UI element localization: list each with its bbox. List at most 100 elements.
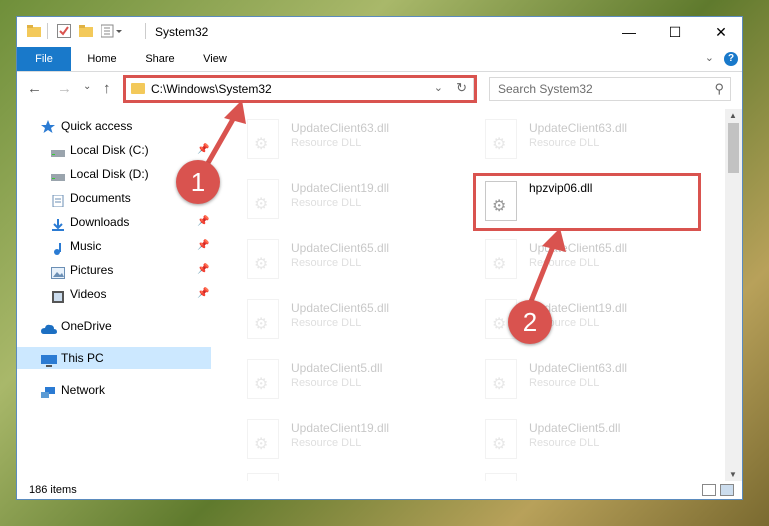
sidebar-item-label: Music: [70, 239, 102, 253]
sidebar-item-onedrive[interactable]: OneDrive: [17, 315, 211, 337]
documents-icon: [51, 192, 64, 208]
dll-file-icon: ⚙: [485, 473, 517, 481]
file-item[interactable]: ⚙ UpdateClient63.dll Resource DLL: [481, 355, 707, 411]
tab-file[interactable]: File: [17, 47, 71, 71]
recent-locations-button[interactable]: ⌄: [83, 81, 91, 92]
file-type: Resource DLL: [291, 257, 362, 269]
network-icon: [41, 384, 55, 398]
sidebar-item-this-pc[interactable]: This PC: [17, 347, 211, 369]
gear-icon: ⚙: [492, 136, 507, 153]
this-pc-icon: [41, 352, 57, 367]
sidebar-item-label: Documents: [70, 191, 131, 205]
sidebar-item-videos[interactable]: Videos 📌: [17, 283, 211, 305]
title-bar: System32 — ☐ ✕: [17, 17, 742, 47]
sidebar-item-downloads[interactable]: Downloads 📌: [17, 211, 211, 233]
gear-icon: ⚙: [254, 136, 269, 153]
file-item[interactable]: ⚙ UpdateClient5.dll Resource DLL: [243, 355, 469, 411]
properties-icon[interactable]: [57, 24, 71, 41]
sidebar-item-label: Quick access: [61, 119, 133, 133]
customize-toolbar-icon[interactable]: [100, 24, 123, 41]
file-name: UpdateClient65.dll: [291, 301, 390, 315]
maximize-button[interactable]: ☐: [652, 17, 698, 47]
gear-icon: ⚙: [254, 376, 269, 393]
file-type: Resource DLL: [529, 257, 600, 269]
downloads-icon: [51, 216, 64, 231]
pin-icon[interactable]: 📌: [197, 259, 209, 281]
file-name: UpdateClient19.dll: [291, 421, 390, 435]
tab-home[interactable]: Home: [79, 47, 125, 71]
address-row: ← → ⌄ ↑ C:\Windows\System32 ⌄ ↻ Search S…: [17, 72, 742, 106]
tab-view[interactable]: View: [193, 47, 237, 71]
onedrive-icon: [41, 320, 57, 334]
help-icon[interactable]: ?: [724, 52, 738, 66]
search-placeholder[interactable]: Search System32: [498, 82, 593, 96]
gear-icon: ⚙: [254, 196, 269, 213]
music-icon: [51, 240, 64, 255]
file-name: UpdateClient65.dll: [291, 241, 390, 255]
tab-share[interactable]: Share: [137, 47, 183, 71]
file-item[interactable]: ⚙ UpdateClient63.dll Resource DLL: [243, 115, 469, 171]
file-type: Resource DLL: [529, 137, 600, 149]
file-item[interactable]: ⚙ UpdateClient19.dll Resource DLL: [243, 175, 469, 231]
scrollbar-thumb[interactable]: [728, 123, 739, 173]
file-item[interactable]: ⚙ UpdateClient65.dll Resource DLL: [243, 295, 469, 351]
pin-icon[interactable]: 📌: [197, 283, 209, 305]
new-folder-icon[interactable]: [79, 24, 93, 41]
sidebar-item-label: This PC: [61, 351, 104, 365]
expand-ribbon-icon[interactable]: ⌄: [705, 51, 714, 64]
sidebar-item-pictures[interactable]: Pictures 📌: [17, 259, 211, 281]
sidebar-item-network[interactable]: Network: [17, 379, 211, 401]
gear-icon: ⚙: [492, 316, 507, 333]
file-name: UpdateClient63.dll: [291, 121, 390, 135]
file-item[interactable]: ⚙ UpdateClient65.dll Resource DLL: [481, 235, 707, 291]
gear-icon: ⚙: [492, 376, 507, 393]
callout-badge-1: 1: [176, 160, 220, 204]
file-type: Resource DLL: [529, 377, 600, 389]
back-button[interactable]: ←: [27, 80, 42, 97]
scroll-up-icon[interactable]: ▲: [729, 111, 737, 120]
minimize-button[interactable]: —: [606, 17, 652, 47]
pin-icon[interactable]: 📌: [197, 139, 209, 161]
gear-icon: ⚙: [254, 436, 269, 453]
gear-icon: ⚙: [254, 256, 269, 273]
file-item[interactable]: ⚙: [243, 469, 469, 481]
details-view-icon[interactable]: [702, 484, 716, 496]
videos-icon: [51, 288, 64, 303]
large-icons-view-icon[interactable]: [720, 484, 734, 496]
file-name: UpdateClient63.dll: [529, 121, 628, 135]
sidebar-item-label: Pictures: [70, 263, 114, 277]
pin-icon[interactable]: 📌: [197, 235, 209, 257]
up-button[interactable]: ↑: [103, 80, 111, 97]
file-name: UpdateClient5.dll: [291, 361, 383, 375]
file-name: UpdateClient65.dll: [529, 241, 628, 255]
sidebar-item-local-disk-c[interactable]: Local Disk (C:) 📌: [17, 139, 211, 161]
vertical-scrollbar[interactable]: ▲ ▼: [725, 109, 742, 481]
item-count: 186 items: [29, 484, 77, 496]
dll-file-icon: ⚙: [485, 239, 517, 279]
file-type: Resource DLL: [291, 437, 362, 449]
forward-button[interactable]: →: [57, 80, 72, 97]
file-highlight-box: [473, 173, 701, 231]
file-item[interactable]: ⚙ UpdateClient5.dll Resource DLL: [481, 415, 707, 471]
folder-icon: [27, 24, 41, 41]
separator: [145, 23, 146, 39]
file-item[interactable]: ⚙ UpdateClient63.dll Resource DLL: [481, 115, 707, 171]
gear-icon: ⚙: [492, 256, 507, 273]
search-box[interactable]: Search System32 ⚲: [489, 77, 731, 101]
sidebar-item-label: Downloads: [70, 215, 130, 229]
pin-icon[interactable]: 📌: [197, 211, 209, 233]
scroll-down-icon[interactable]: ▼: [729, 470, 737, 479]
address-highlight-box: [123, 75, 477, 103]
gear-icon: ⚙: [492, 436, 507, 453]
close-button[interactable]: ✕: [698, 17, 742, 47]
dll-file-icon: ⚙: [247, 239, 279, 279]
file-item[interactable]: ⚙ UpdateClient65.dll Resource DLL: [243, 235, 469, 291]
sidebar-item-quick-access[interactable]: Quick access: [17, 115, 211, 137]
dll-file-icon: ⚙: [247, 299, 279, 339]
dll-file-icon: ⚙: [247, 359, 279, 399]
file-item[interactable]: ⚙: [481, 469, 707, 481]
separator: [47, 23, 48, 39]
search-icon[interactable]: ⚲: [714, 81, 724, 97]
sidebar-item-music[interactable]: Music 📌: [17, 235, 211, 257]
file-item[interactable]: ⚙ UpdateClient19.dll Resource DLL: [243, 415, 469, 471]
